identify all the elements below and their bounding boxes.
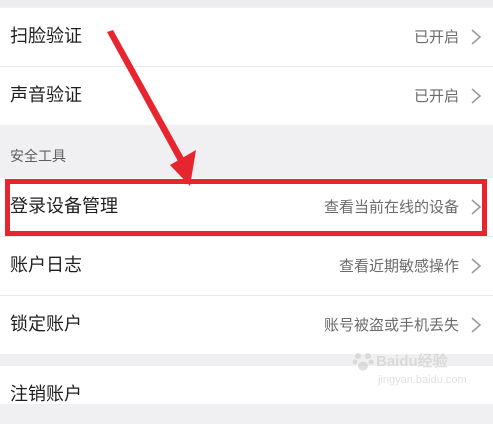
chevron-right-icon	[471, 88, 482, 104]
top-separator	[0, 0, 493, 6]
lock-account-label: 锁定账户	[10, 314, 82, 335]
face-verification-row[interactable]: 扫脸验证 已开启	[0, 8, 493, 66]
face-verification-status: 已开启	[413, 28, 459, 46]
login-device-management-hint: 查看当前在线的设备	[323, 198, 459, 216]
chevron-right-icon	[471, 317, 482, 333]
section-title-security-tools: 安全工具	[10, 149, 66, 165]
chevron-right-icon	[471, 29, 482, 45]
account-log-row[interactable]: 账户日志 查看近期敏感操作	[0, 237, 493, 295]
lock-account-hint: 账号被盗或手机丢失	[323, 316, 459, 334]
lock-account-row[interactable]: 锁定账户 账号被盗或手机丢失	[0, 296, 493, 354]
chevron-right-icon	[471, 258, 482, 274]
chevron-right-icon	[471, 199, 482, 215]
account-log-label: 账户日志	[10, 255, 82, 276]
voice-verification-row[interactable]: 声音验证 已开启	[0, 67, 493, 125]
login-device-management-label: 登录设备管理	[10, 196, 118, 217]
face-verification-label: 扫脸验证	[10, 26, 82, 47]
delete-account-row[interactable]: 注销账户	[0, 366, 493, 405]
voice-verification-status: 已开启	[413, 87, 459, 105]
login-device-management-row[interactable]: 登录设备管理 查看当前在线的设备	[0, 178, 493, 236]
voice-verification-label: 声音验证	[10, 85, 82, 106]
account-log-hint: 查看近期敏感操作	[338, 257, 459, 275]
delete-account-label: 注销账户	[10, 384, 82, 405]
